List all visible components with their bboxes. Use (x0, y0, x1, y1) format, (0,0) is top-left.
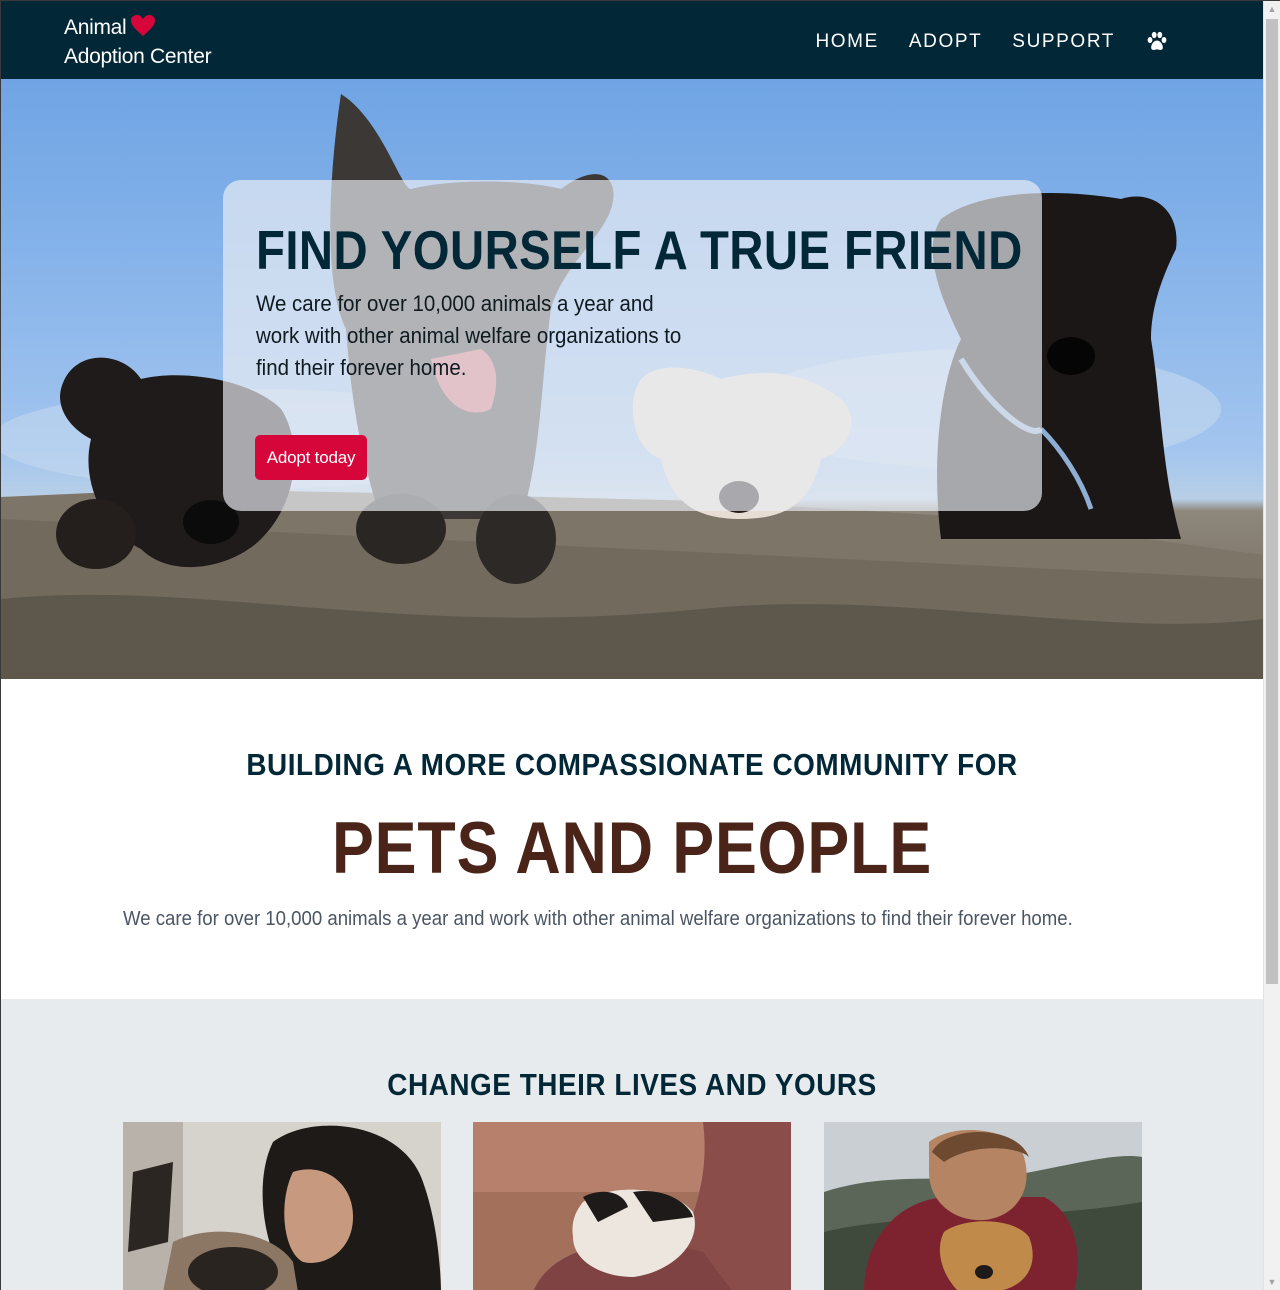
brand-line-1: Animal (64, 16, 127, 39)
navbar: Animal Adoption Center HOME ADOPT SUPPOR… (1, 1, 1263, 79)
nav-support-link[interactable]: SUPPORT (1012, 27, 1115, 57)
mission-title: PETS AND PEOPLE (331, 808, 933, 889)
paw-icon[interactable] (1145, 30, 1169, 54)
mission-section: BUILDING A MORE COMPASSIONATE COMMUNITY … (1, 679, 1263, 999)
nav-adopt-link[interactable]: ADOPT (909, 27, 982, 57)
mission-text: We care for over 10,000 animals a year a… (123, 908, 1073, 930)
stories-title: CHANGE THEIR LIVES AND YOURS (387, 1067, 877, 1102)
brand-line-2: Adoption Center (64, 45, 212, 68)
adopt-today-button[interactable]: Adopt today (255, 435, 367, 480)
story-image-puppy-sweater[interactable] (473, 1122, 791, 1290)
scroll-down-arrow-icon[interactable]: ▼ (1264, 1274, 1280, 1290)
nav-home-link[interactable]: HOME (815, 27, 878, 57)
hero-section: FIND YOURSELF A TRUE FRIEND We care for … (1, 79, 1263, 679)
scrollbar-thumb[interactable] (1266, 19, 1278, 984)
puppy-in-sweater-photo (473, 1122, 791, 1290)
man-hugging-dog-photo (824, 1122, 1142, 1290)
hero-title: FIND YOURSELF A TRUE FRIEND (256, 219, 1023, 281)
mission-subtitle: BUILDING A MORE COMPASSIONATE COMMUNITY … (246, 747, 1018, 782)
hero-card: FIND YOURSELF A TRUE FRIEND We care for … (223, 180, 1042, 511)
woman-with-pug-photo (123, 1122, 441, 1290)
story-image-woman-pug[interactable] (123, 1122, 441, 1290)
brand-logo[interactable]: Animal Adoption Center (64, 13, 212, 71)
stories-section: CHANGE THEIR LIVES AND YOURS (1, 999, 1263, 1290)
scroll-up-arrow-icon[interactable]: ▲ (1264, 1, 1280, 18)
page-scrollbar[interactable]: ▲ ▼ (1263, 1, 1280, 1290)
story-image-man-dog[interactable] (824, 1122, 1142, 1290)
main-nav: HOME ADOPT SUPPORT (785, 27, 1169, 57)
hero-description: We care for over 10,000 animals a year a… (256, 291, 682, 380)
heart-icon (131, 15, 156, 36)
